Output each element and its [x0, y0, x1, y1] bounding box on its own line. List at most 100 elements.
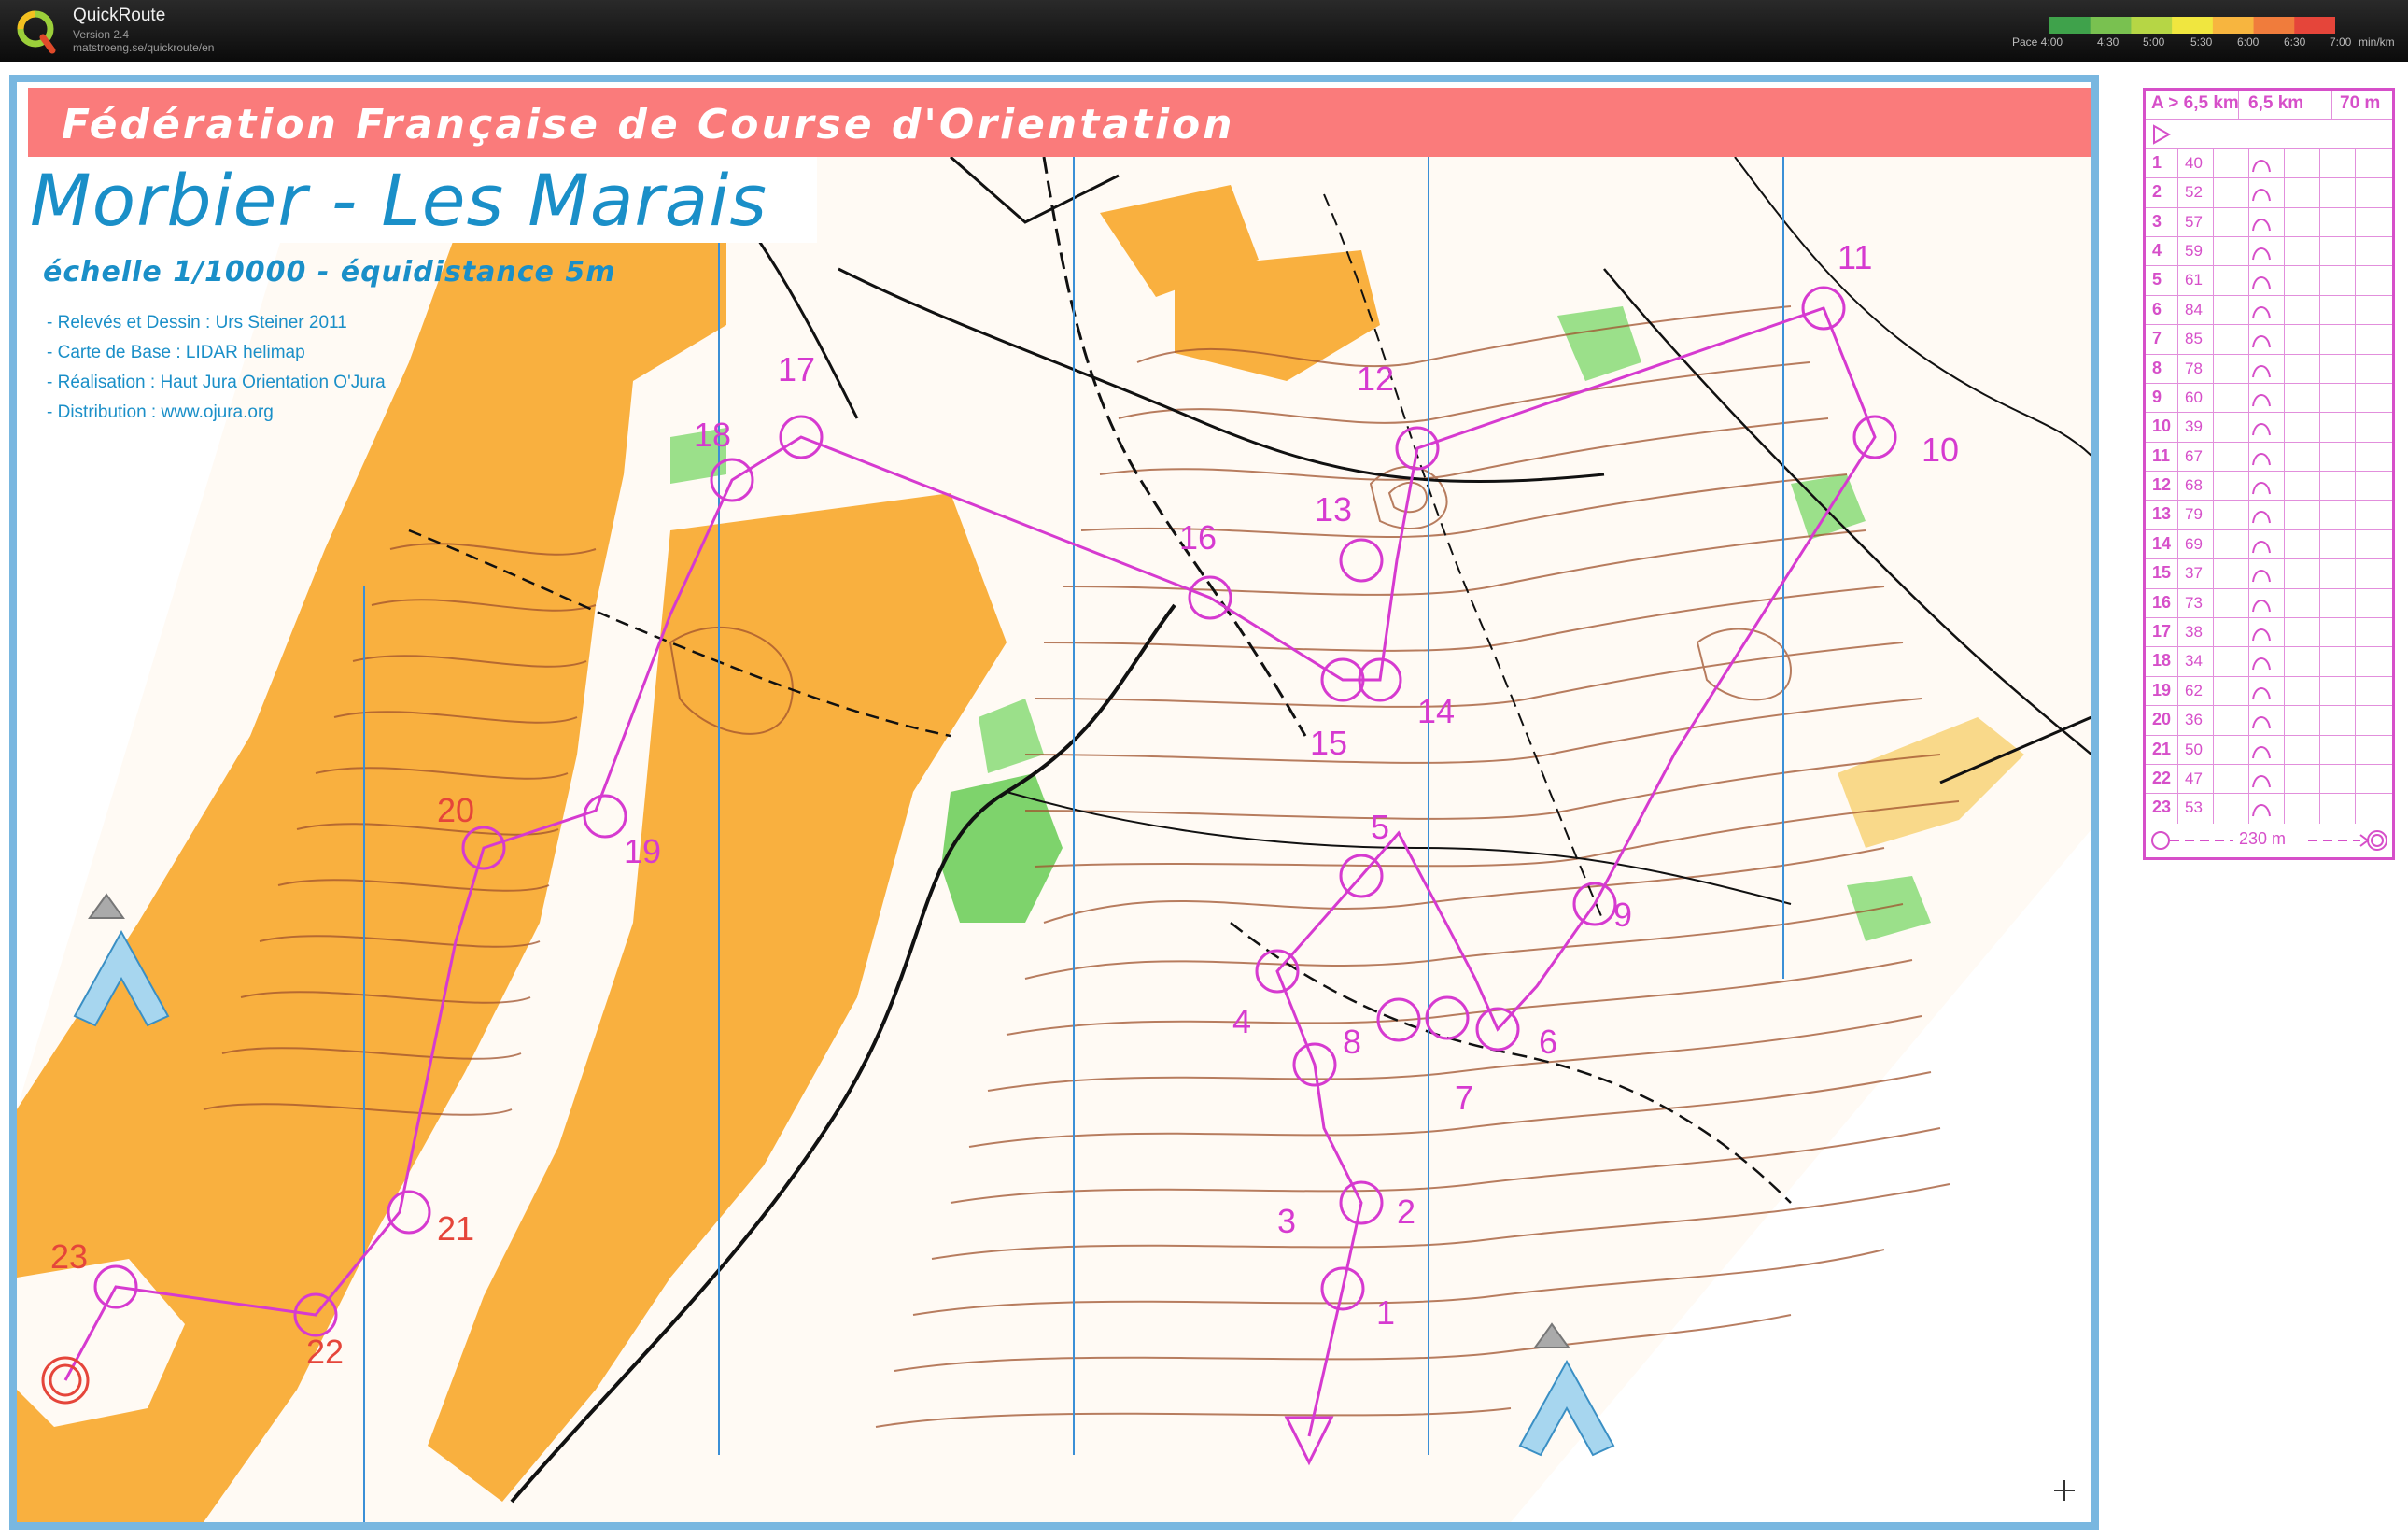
pace-color-segment	[2131, 17, 2174, 34]
cd-control-code: 50	[2185, 740, 2203, 758]
cd-feature-symbol-icon	[2252, 364, 2271, 377]
control-number-label: 4	[1232, 1002, 1251, 1040]
cd-control-row: 2 52	[2146, 178, 2392, 208]
cd-control-row: 19 62	[2146, 676, 2392, 707]
cd-control-number: 21	[2152, 739, 2172, 758]
cd-control-number: 15	[2152, 563, 2172, 583]
map-credits: - Relevés et Dessin : Urs Steiner 2011 -…	[47, 308, 386, 428]
cd-control-code: 78	[2185, 359, 2203, 377]
cd-start-row	[2146, 120, 2392, 149]
map-graphics: 1234567891011121314151617181920212223	[17, 82, 2091, 1522]
cd-feature-symbol-icon	[2252, 247, 2271, 261]
cd-feature-symbol-icon	[2252, 189, 2271, 202]
cd-control-row: 23 53	[2146, 794, 2392, 824]
cd-control-row: 4 59	[2146, 236, 2392, 267]
cd-control-number: 11	[2152, 445, 2171, 465]
cd-control-number: 18	[2152, 651, 2172, 671]
cd-control-code: 67	[2185, 446, 2203, 465]
cd-control-row: 11 67	[2146, 442, 2392, 473]
cd-control-number: 1	[2152, 152, 2162, 172]
cd-feature-symbol-icon	[2252, 775, 2271, 788]
cd-control-number: 3	[2152, 211, 2162, 231]
cd-control-number: 4	[2152, 240, 2162, 260]
control-number-label: 7	[1455, 1079, 1473, 1117]
cd-control-code: 38	[2185, 623, 2203, 642]
cd-finish-row: 230 m	[2146, 824, 2392, 857]
pace-label: 7:00	[2330, 35, 2352, 49]
pace-color-segment	[2172, 17, 2214, 34]
cd-feature-symbol-icon	[2252, 745, 2271, 758]
cd-control-row: 21 50	[2146, 735, 2392, 765]
cd-control-code: 37	[2185, 564, 2203, 583]
control-number-label: 14	[1417, 692, 1455, 730]
map-title: Morbier - Les Marais	[30, 159, 767, 242]
cd-control-code: 85	[2185, 330, 2203, 348]
cd-control-code: 34	[2185, 652, 2203, 671]
app-url: matstroeng.se/quickroute/en	[73, 41, 215, 54]
credit-line: - Réalisation : Haut Jura Orientation O'…	[47, 373, 386, 392]
control-number-label: 12	[1357, 360, 1394, 398]
control-number-label: 23	[50, 1237, 88, 1276]
pace-color-segment	[2049, 17, 2091, 34]
pace-color-segment	[2253, 17, 2296, 34]
map-scale-subtitle: échelle 1/10000 - équidistance 5m	[43, 256, 616, 289]
cd-feature-symbol-icon	[2252, 540, 2271, 554]
cd-feature-symbol-icon	[2252, 452, 2271, 465]
cd-header-row: A > 6,5 km 6,5 km 70 m	[2146, 91, 2392, 120]
pace-label: 6:00	[2237, 35, 2260, 49]
cd-feature-symbol-icon	[2252, 570, 2271, 583]
cd-control-row: 8 78	[2146, 354, 2392, 384]
cd-control-row: 14 69	[2146, 529, 2392, 560]
control-number-label: 13	[1315, 490, 1352, 529]
cd-control-number: 10	[2152, 417, 2172, 436]
cd-control-row: 15 37	[2146, 559, 2392, 589]
cd-feature-symbol-icon	[2252, 305, 2271, 318]
control-description-sheet: A > 6,5 km 6,5 km 70 m 1 40 2 52 3 57 4 59 5 61 6 8…	[2143, 88, 2395, 860]
cd-feature-symbol-icon	[2252, 804, 2271, 817]
cd-feature-symbol-icon	[2252, 482, 2271, 495]
pace-color-segment	[2212, 17, 2255, 34]
cd-control-row: 20 36	[2146, 706, 2392, 736]
control-number-label: 9	[1613, 896, 1632, 934]
credit-line: - Distribution : www.ojura.org	[47, 402, 274, 422]
cd-feature-symbol-icon	[2252, 511, 2271, 524]
credit-line: - Relevés et Dessin : Urs Steiner 2011	[47, 313, 347, 332]
cd-control-number: 16	[2152, 592, 2172, 612]
cd-control-number: 14	[2152, 533, 2172, 553]
cd-control-code: 36	[2185, 711, 2203, 729]
cd-control-row: 17 38	[2146, 618, 2392, 648]
control-number-label: 11	[1838, 238, 1872, 276]
cd-control-code: 61	[2185, 271, 2203, 289]
cd-control-number: 19	[2152, 680, 2172, 699]
cd-finish-distance: 230 m	[2239, 828, 2287, 848]
control-number-label: 10	[1922, 431, 1959, 469]
cd-feature-symbol-icon	[2252, 335, 2271, 348]
orienteering-map[interactable]: 1 2 3 4 5 6 7 8 9 10 11 12 13 14 15 16 17 18 19 20 21 22 23 Fé…	[17, 82, 2091, 1522]
map-view[interactable]: 1 2 3 4 5 6 7 8 9 10 11 12 13 14 15 16 17 18 19 20 21 22 23 Fé…	[9, 75, 2099, 1530]
cd-feature-symbol-icon	[2252, 657, 2271, 671]
cd-control-rows: 1 40 2 52 3 57 4 59 5 61 6 84 7 85 8 78 9 60 10 39 11 67 12 68 1…	[2146, 148, 2392, 824]
cd-control-code: 40	[2185, 153, 2203, 172]
cd-control-code: 79	[2185, 505, 2203, 524]
cd-feature-symbol-icon	[2252, 218, 2271, 231]
cd-control-number: 23	[2152, 798, 2172, 817]
cd-control-code: 68	[2185, 476, 2203, 495]
cd-feature-symbol-icon	[2252, 628, 2271, 642]
cd-control-row: 12 68	[2146, 472, 2392, 501]
cd-control-number: 9	[2152, 387, 2162, 406]
cd-control-code: 57	[2185, 212, 2203, 231]
cd-control-number: 12	[2152, 475, 2172, 495]
control-number-label: 20	[437, 791, 474, 829]
pace-label: 6:30	[2284, 35, 2306, 49]
cd-control-code: 39	[2185, 417, 2203, 436]
cd-control-number: 20	[2152, 710, 2172, 729]
cd-feature-symbol-icon	[2252, 423, 2271, 436]
credit-line: - Carte de Base : LIDAR helimap	[47, 343, 305, 362]
pace-scale-labels: Pace 4:00 4:30 5:00 5:30 6:00 6:30 7:00 …	[2007, 35, 2400, 52]
cd-control-number: 2	[2152, 182, 2162, 202]
cd-control-code: 73	[2185, 593, 2203, 612]
control-number-label: 6	[1539, 1023, 1557, 1061]
cd-control-code: 59	[2185, 241, 2203, 260]
cd-control-number: 13	[2152, 504, 2172, 524]
cd-climb: 70 m	[2340, 93, 2381, 113]
